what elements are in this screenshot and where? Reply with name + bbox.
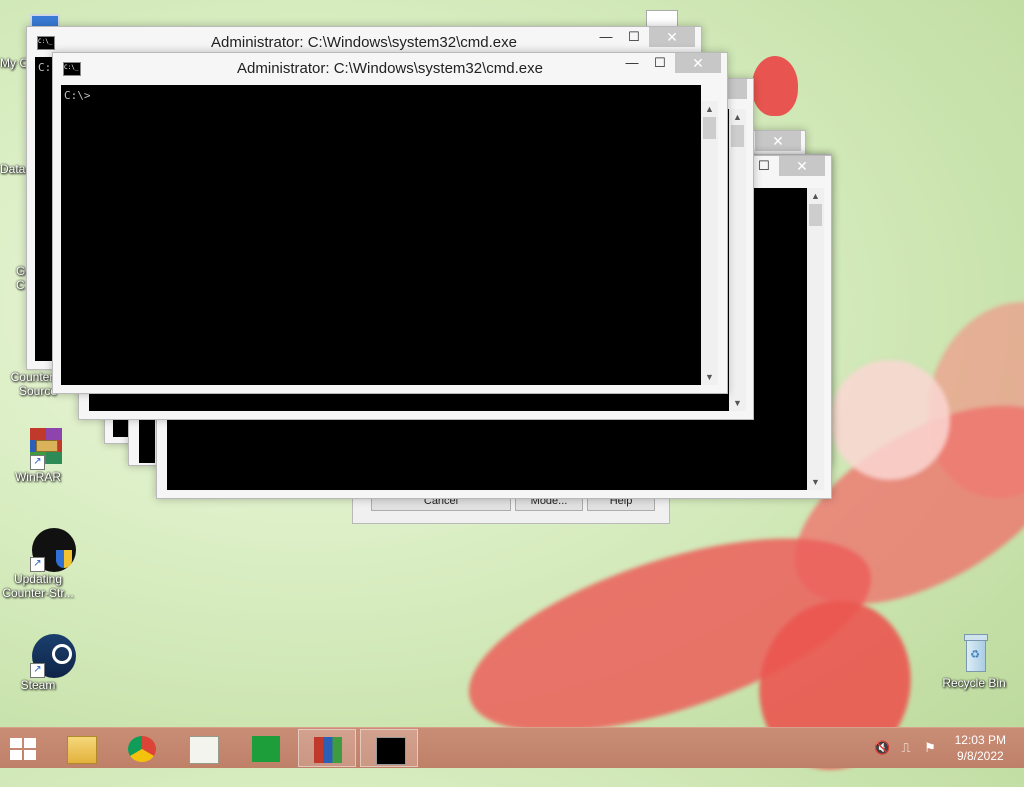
- maximize-button[interactable]: ☐: [647, 53, 673, 73]
- wallpaper-petal: [830, 360, 950, 480]
- desktop-icon-recycle-bin[interactable]: ♻ Recycle Bin: [936, 632, 1012, 690]
- taskbar-notepad-plus-plus[interactable]: [174, 729, 232, 767]
- windows-logo-icon: [10, 738, 22, 748]
- taskbar-file-explorer[interactable]: [52, 729, 110, 767]
- maximize-button[interactable]: ☐: [621, 27, 647, 47]
- close-button[interactable]: ✕: [675, 53, 721, 73]
- wallpaper-bud: [752, 56, 798, 116]
- close-button[interactable]: ✕: [779, 156, 825, 176]
- scroll-thumb[interactable]: [731, 125, 744, 147]
- desktop-icon-label: Recycle Bin: [942, 676, 1006, 690]
- shortcut-arrow-icon: ↗: [30, 663, 45, 678]
- title-bar[interactable]: C:\_ Administrator: C:\Windows\system32\…: [53, 53, 727, 81]
- cmd-window-front[interactable]: C:\_ Administrator: C:\Windows\system32\…: [52, 52, 728, 394]
- vertical-scrollbar[interactable]: ▲ ▼: [729, 109, 746, 411]
- windows-logo-icon: [24, 750, 36, 760]
- chrome-icon: [128, 736, 156, 762]
- volume-muted-icon[interactable]: 🔇: [874, 740, 890, 756]
- taskbar-clock[interactable]: 12:03 PM 9/8/2022: [955, 732, 1006, 764]
- minimize-button[interactable]: —: [619, 53, 645, 73]
- winrar-icon: [314, 737, 342, 763]
- desktop-icon-label: WinRAR: [14, 470, 61, 484]
- winrar-icon: ↗: [16, 426, 62, 470]
- scroll-down-icon[interactable]: ▼: [807, 474, 824, 490]
- clock-time: 12:03 PM: [954, 733, 1006, 747]
- close-button[interactable]: ✕: [755, 131, 801, 151]
- store-icon: [252, 736, 280, 762]
- scroll-up-icon[interactable]: ▲: [729, 109, 746, 125]
- console-area[interactable]: C:\>: [61, 85, 701, 385]
- taskbar-command-prompt[interactable]: [360, 729, 418, 767]
- shortcut-arrow-icon: ↗: [30, 557, 45, 572]
- scroll-thumb[interactable]: [703, 117, 716, 139]
- taskbar-winrar[interactable]: [298, 729, 356, 767]
- action-center-icon[interactable]: ⚑: [922, 740, 938, 756]
- recycle-bin-icon: ♻: [952, 632, 996, 676]
- vertical-scrollbar[interactable]: ▲ ▼: [807, 188, 824, 490]
- close-button[interactable]: ✕: [649, 27, 695, 47]
- desktop-icon-label: Steam: [20, 678, 56, 692]
- taskbar: 🔇 ⎍ ⚑ 12:03 PM 9/8/2022: [0, 727, 1024, 768]
- title-bar[interactable]: C:\_ Administrator: C:\Windows\system32\…: [27, 27, 701, 55]
- counter-strike-update-icon: ↗: [16, 528, 76, 572]
- taskbar-store[interactable]: [237, 729, 295, 767]
- scroll-thumb[interactable]: [809, 204, 822, 226]
- network-icon[interactable]: ⎍: [898, 740, 914, 756]
- console-prompt: C:\>: [64, 89, 91, 102]
- desktop-icon-steam[interactable]: ↗ Steam: [0, 634, 76, 692]
- minimize-button[interactable]: —: [593, 27, 619, 47]
- taskbar-chrome[interactable]: [113, 729, 171, 767]
- clock-date: 9/8/2022: [956, 749, 1004, 763]
- desktop-icon-updating-counter-strike[interactable]: ↗ Updating Counter-Str...: [0, 528, 76, 600]
- notepad-plus-plus-icon: [189, 736, 219, 764]
- maximize-button[interactable]: ☐: [751, 156, 777, 176]
- desktop-icon-winrar[interactable]: ↗ WinRAR: [0, 426, 76, 484]
- cmd-icon: [376, 737, 406, 765]
- scroll-up-icon[interactable]: ▲: [701, 101, 718, 117]
- desktop-icon-label: Updating Counter-Str...: [2, 572, 74, 600]
- windows-logo-icon: [24, 738, 36, 748]
- shortcut-arrow-icon: ↗: [30, 455, 45, 470]
- scroll-down-icon[interactable]: ▼: [729, 395, 746, 411]
- vertical-scrollbar[interactable]: ▲ ▼: [701, 101, 718, 385]
- scroll-down-icon[interactable]: ▼: [701, 369, 718, 385]
- steam-icon: ↗: [16, 634, 76, 678]
- scroll-up-icon[interactable]: ▲: [807, 188, 824, 204]
- file-explorer-icon: [67, 736, 97, 764]
- start-button[interactable]: [8, 737, 38, 761]
- windows-logo-icon: [10, 750, 22, 760]
